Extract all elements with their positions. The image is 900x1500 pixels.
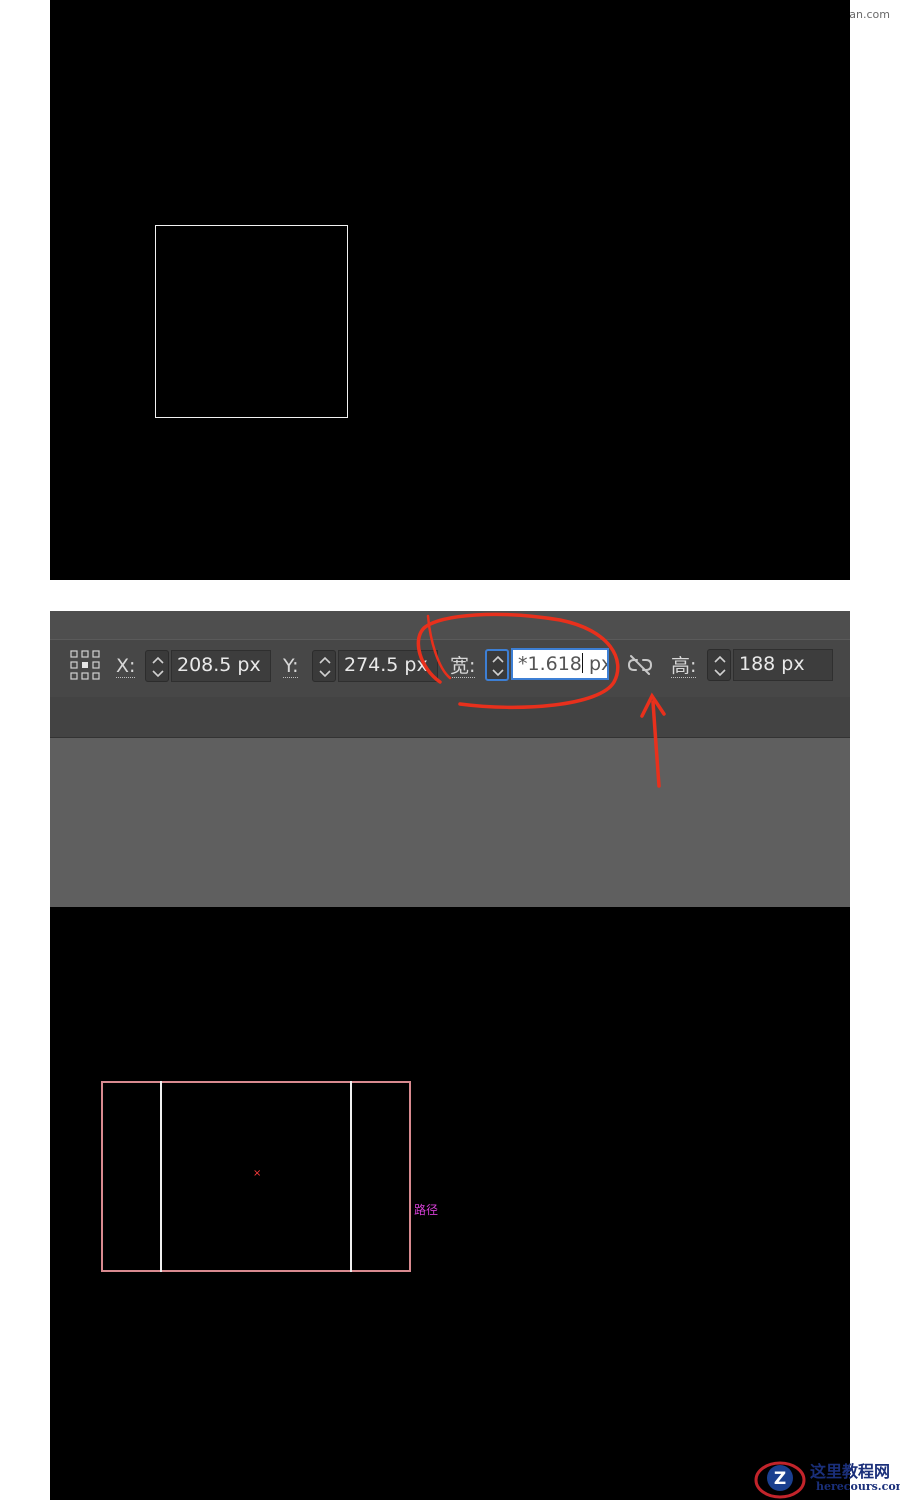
logo-letter: Z bbox=[774, 1469, 786, 1489]
height-label: 高: bbox=[671, 655, 697, 678]
unlink-chain-icon[interactable] bbox=[626, 651, 654, 679]
right-guide-line bbox=[350, 1081, 352, 1272]
toolbar-panel: X: 208.5 px Y: 274.5 px 宽: *1.618 p 高: 1… bbox=[50, 611, 850, 907]
y-stepper[interactable] bbox=[312, 650, 336, 682]
height-input[interactable]: 188 px bbox=[733, 649, 833, 681]
transform-reference-grid-icon[interactable] bbox=[70, 650, 100, 680]
square-shape[interactable] bbox=[155, 225, 348, 418]
width-label: 宽: bbox=[450, 655, 476, 678]
stepper-up-down-icon bbox=[714, 655, 726, 677]
toolbar-secondary-strip bbox=[50, 697, 850, 738]
y-input[interactable]: 274.5 px bbox=[338, 650, 438, 682]
path-label: 路径 bbox=[414, 1203, 439, 1217]
logo-chinese-text: 这里教程网 bbox=[810, 1462, 891, 1481]
stepper-up-down-icon bbox=[152, 656, 164, 678]
logo-english-text: herecours.com bbox=[816, 1480, 900, 1493]
width-stepper[interactable] bbox=[485, 649, 509, 681]
canvas-before[interactable] bbox=[50, 0, 850, 580]
stepper-up-down-icon bbox=[319, 656, 331, 678]
site-logo: Z 这里教程网 herecours.com bbox=[752, 1456, 900, 1500]
width-input-unit: px bbox=[588, 653, 607, 675]
center-marker: × bbox=[253, 1168, 262, 1179]
height-stepper[interactable] bbox=[707, 649, 731, 681]
width-input[interactable]: *1.618 px bbox=[511, 648, 609, 680]
logo-emblem-icon: Z bbox=[754, 1461, 806, 1499]
toolbar-top-strip bbox=[50, 611, 850, 639]
x-input[interactable]: 208.5 px bbox=[171, 650, 271, 682]
width-input-text: *1.618 bbox=[518, 653, 582, 675]
workspace-gray-area bbox=[50, 738, 850, 907]
page: 思缘设计论坛 www.missyuan.com bbox=[0, 0, 900, 1500]
canvas-after[interactable]: × 路径 bbox=[50, 907, 850, 1500]
x-label: X: bbox=[116, 655, 136, 678]
left-guide-line bbox=[160, 1081, 162, 1272]
transform-toolbar: X: 208.5 px Y: 274.5 px 宽: *1.618 p 高: 1… bbox=[50, 639, 850, 698]
y-label: Y: bbox=[283, 655, 299, 678]
stepper-up-down-icon bbox=[492, 655, 504, 677]
x-stepper[interactable] bbox=[145, 650, 169, 682]
